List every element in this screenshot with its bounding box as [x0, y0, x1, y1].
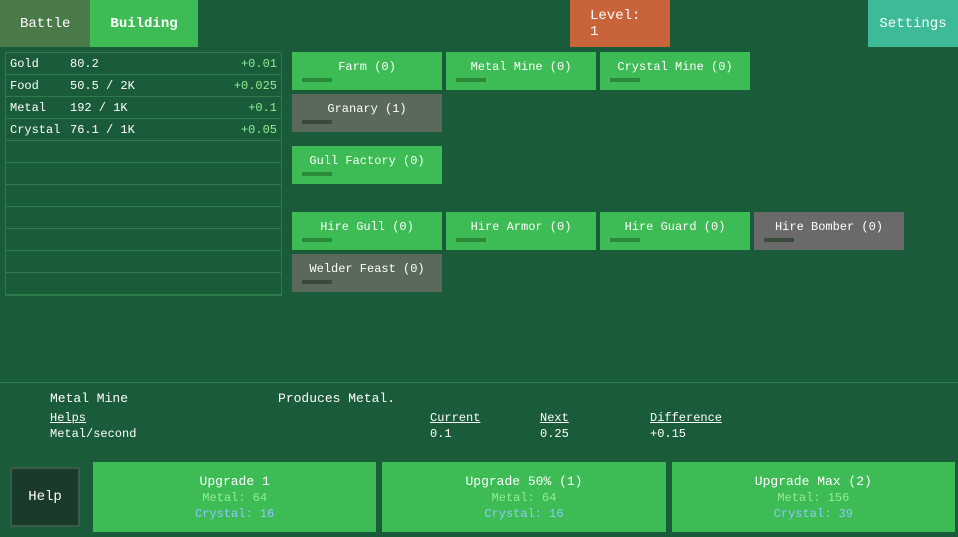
resource-value-metal: 192 / 1K — [70, 101, 248, 115]
upgrade-1-button[interactable]: Upgrade 1 Metal: 64 Crystal: 16 — [93, 462, 376, 532]
building-hire-bomber-bar — [764, 238, 794, 242]
building-hire-gull-bar — [302, 238, 332, 242]
building-hire-guard-bar — [610, 238, 640, 242]
resource-empty-2 — [6, 163, 281, 185]
upgrade-1-label: Upgrade 1 — [200, 474, 270, 489]
building-hire-armor-bar — [456, 238, 486, 242]
building-metal-mine[interactable]: Metal Mine (0) — [446, 52, 596, 90]
building-row-1: Farm (0) Metal Mine (0) Crystal Mine (0) — [292, 52, 953, 90]
resource-rate-metal: +0.1 — [248, 101, 277, 115]
resource-name-metal: Metal — [10, 101, 70, 115]
resource-name-gold: Gold — [10, 57, 70, 71]
building-row-2: Granary (1) — [292, 94, 953, 132]
upgrade-1-crystal: Crystal: 16 — [195, 507, 274, 521]
resource-empty-3 — [6, 185, 281, 207]
resource-empty-5 — [6, 229, 281, 251]
help-button[interactable]: Help — [10, 467, 80, 527]
resource-row-food: Food 50.5 / 2K +0.025 — [6, 75, 281, 97]
info-col-values: 0.1 0.25 +0.15 — [430, 427, 760, 441]
upgrade-max-label: Upgrade Max (2) — [755, 474, 872, 489]
building-crystal-mine[interactable]: Crystal Mine (0) — [600, 52, 750, 90]
col-difference-value: +0.15 — [650, 427, 760, 441]
resource-empty-6 — [6, 251, 281, 273]
metric-label: Metal/second — [50, 427, 430, 441]
helps-link[interactable]: Helps — [50, 411, 430, 425]
info-stats-container: Helps Metal/second Current Next Differen… — [50, 411, 908, 441]
building-granary-bar — [302, 120, 332, 124]
resource-row-metal: Metal 192 / 1K +0.1 — [6, 97, 281, 119]
building-hire-bomber[interactable]: Hire Bomber (0) — [754, 212, 904, 250]
col-current-header: Current — [430, 411, 540, 425]
building-hire-armor[interactable]: Hire Armor (0) — [446, 212, 596, 250]
spacer-1 — [292, 136, 953, 142]
col-difference-header: Difference — [650, 411, 760, 425]
building-gull-factory[interactable]: Gull Factory (0) — [292, 146, 442, 184]
building-hire-gull[interactable]: Hire Gull (0) — [292, 212, 442, 250]
resource-name-crystal: Crystal — [10, 123, 70, 137]
resource-rate-food: +0.025 — [234, 79, 277, 93]
upgrade-max-button[interactable]: Upgrade Max (2) Metal: 156 Crystal: 39 — [672, 462, 955, 532]
resource-empty-7 — [6, 273, 281, 295]
settings-button[interactable]: Settings — [868, 0, 958, 47]
building-hire-guard[interactable]: Hire Guard (0) — [600, 212, 750, 250]
resources-table: Gold 80.2 +0.01 Food 50.5 / 2K +0.025 Me… — [5, 52, 282, 296]
resource-row-crystal: Crystal 76.1 / 1K +0.05 — [6, 119, 281, 141]
tab-battle[interactable]: Battle — [0, 0, 90, 47]
building-row-4: Hire Gull (0) Hire Armor (0) Hire Guard … — [292, 212, 953, 250]
resource-name-food: Food — [10, 79, 70, 93]
resource-row-gold: Gold 80.2 +0.01 — [6, 53, 281, 75]
info-title-row: Metal Mine Produces Metal. — [50, 391, 908, 406]
spacer-2 — [292, 188, 953, 208]
col-next-value: 0.25 — [540, 427, 650, 441]
building-crystal-mine-bar — [610, 78, 640, 82]
resource-empty-4 — [6, 207, 281, 229]
level-badge: Level: 1 — [570, 0, 670, 47]
building-welder-feast-bar — [302, 280, 332, 284]
upgrade-1-metal: Metal: 64 — [202, 491, 267, 505]
resource-value-gold: 80.2 — [70, 57, 241, 71]
col-next-header: Next — [540, 411, 650, 425]
building-metal-mine-bar — [456, 78, 486, 82]
resource-value-food: 50.5 / 2K — [70, 79, 234, 93]
upgrade-50-button[interactable]: Upgrade 50% (1) Metal: 64 Crystal: 16 — [382, 462, 665, 532]
resource-value-crystal: 76.1 / 1K — [70, 123, 241, 137]
building-row-5: Welder Feast (0) — [292, 254, 953, 292]
info-values: Current Next Difference 0.1 0.25 +0.15 — [430, 411, 760, 441]
upgrade-50-label: Upgrade 50% (1) — [465, 474, 582, 489]
building-farm-bar — [302, 78, 332, 82]
info-building-title: Metal Mine — [50, 391, 128, 406]
resource-rate-gold: +0.01 — [241, 57, 277, 71]
info-panel: Metal Mine Produces Metal. Helps Metal/s… — [0, 382, 958, 457]
building-farm[interactable]: Farm (0) — [292, 52, 442, 90]
upgrade-50-metal: Metal: 64 — [492, 491, 557, 505]
upgrade-max-crystal: Crystal: 39 — [774, 507, 853, 521]
building-granary[interactable]: Granary (1) — [292, 94, 442, 132]
upgrade-50-crystal: Crystal: 16 — [484, 507, 563, 521]
info-building-desc: Produces Metal. — [278, 391, 395, 406]
building-gull-factory-bar — [302, 172, 332, 176]
col-current-value: 0.1 — [430, 427, 540, 441]
upgrade-max-metal: Metal: 156 — [777, 491, 849, 505]
resource-empty-1 — [6, 141, 281, 163]
resource-rate-crystal: +0.05 — [241, 123, 277, 137]
info-labels: Helps Metal/second — [50, 411, 430, 441]
tab-building[interactable]: Building — [90, 0, 197, 47]
building-welder-feast[interactable]: Welder Feast (0) — [292, 254, 442, 292]
upgrade-bar: Help Upgrade 1 Metal: 64 Crystal: 16 Upg… — [0, 457, 958, 537]
info-col-headers: Current Next Difference — [430, 411, 760, 425]
building-row-3: Gull Factory (0) — [292, 146, 953, 184]
